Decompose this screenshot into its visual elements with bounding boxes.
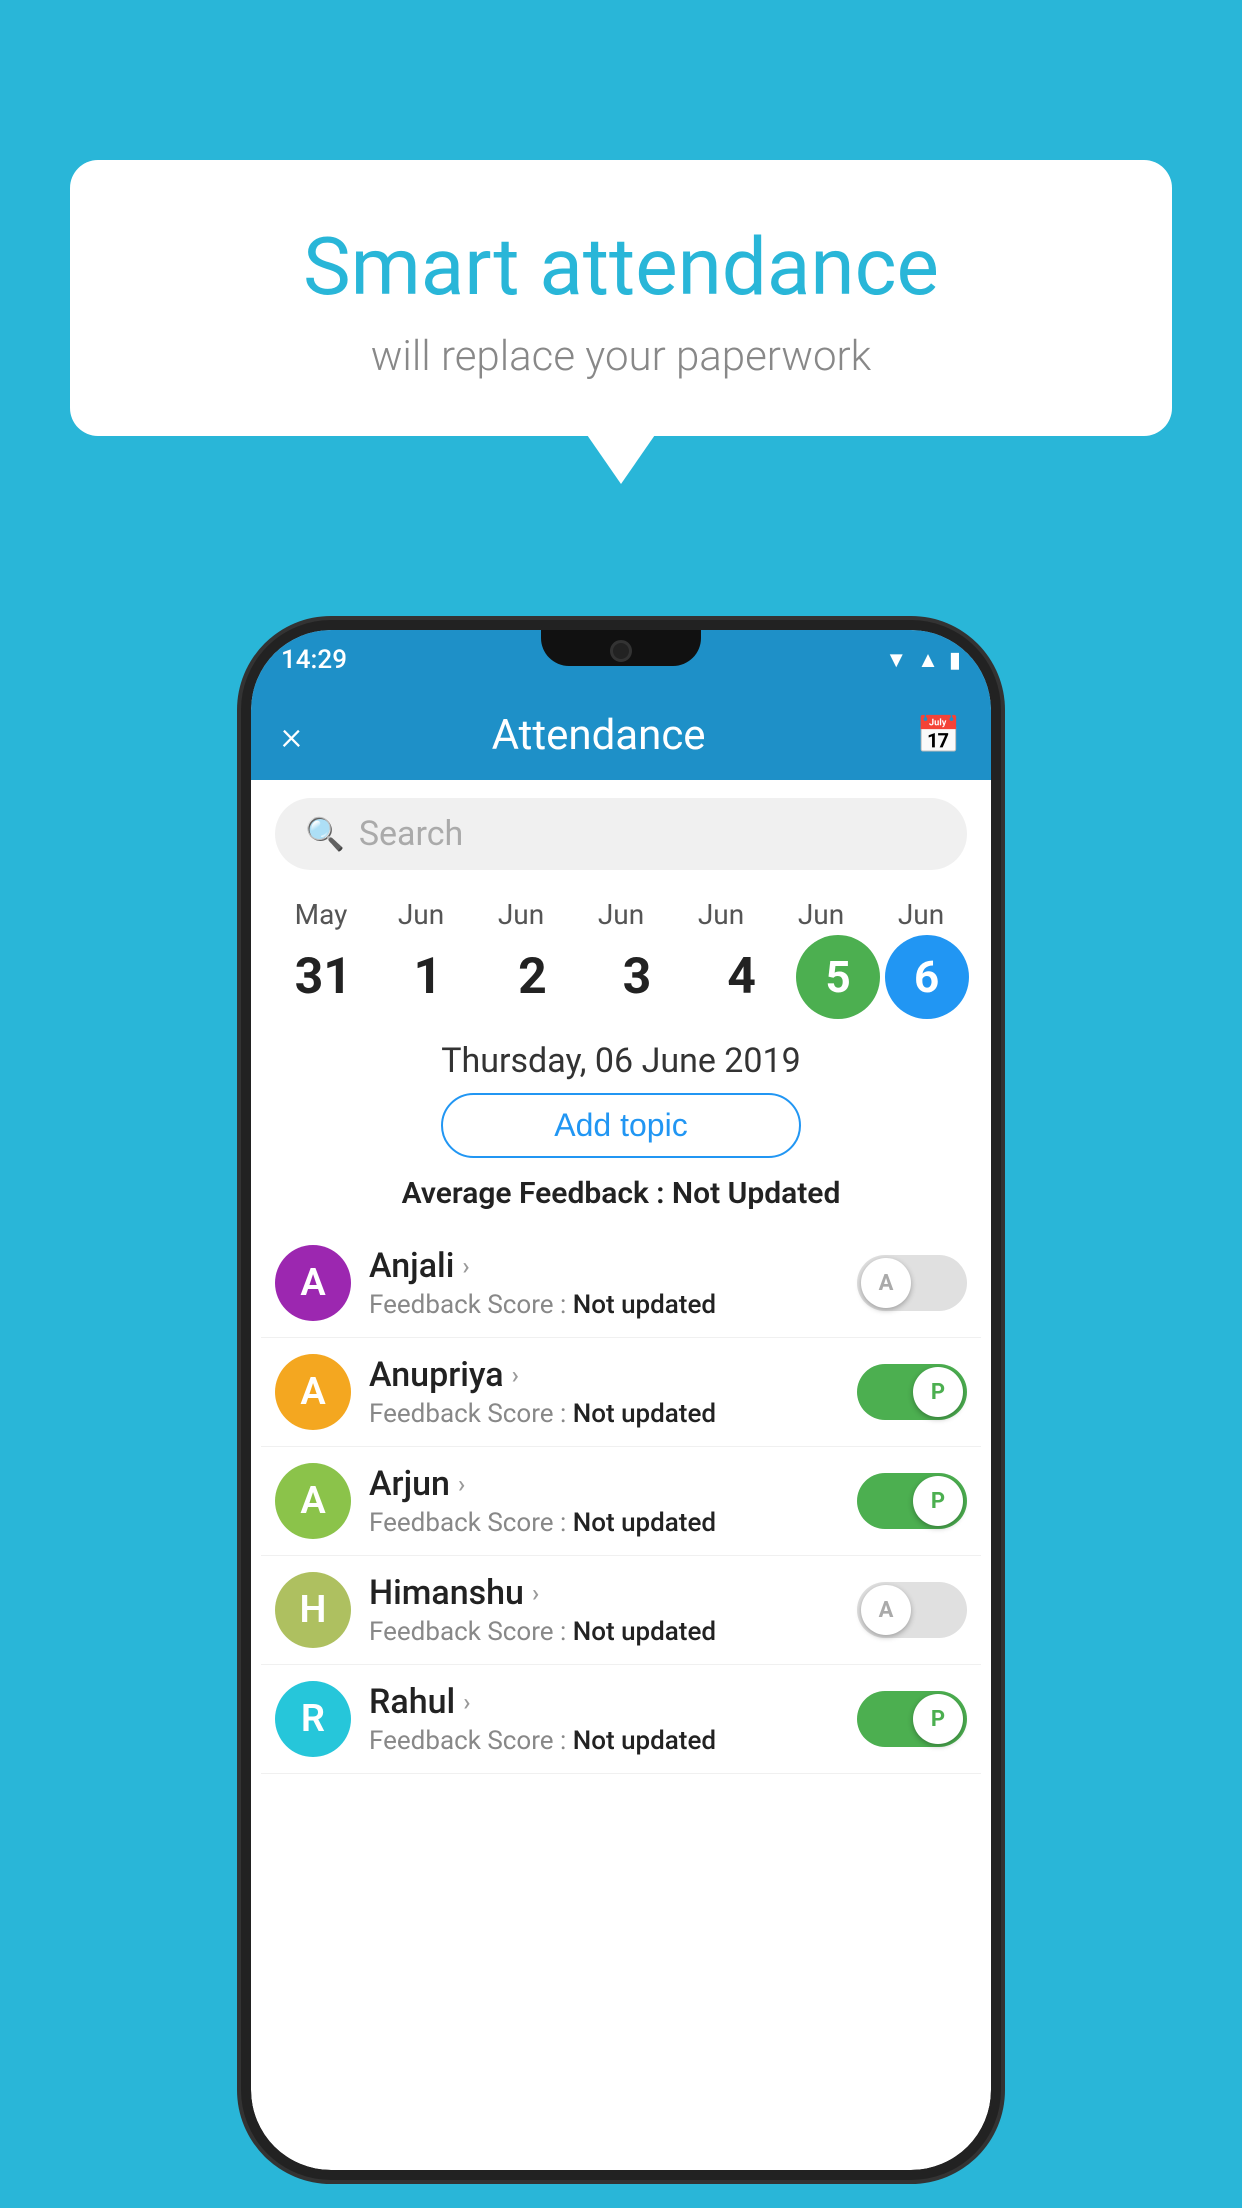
app-bar: × Attendance 📅 [251, 690, 991, 780]
mute-button [241, 850, 247, 910]
toggle-knob: A [861, 1585, 911, 1635]
attendance-toggle[interactable]: P [857, 1691, 967, 1747]
calendar-day[interactable]: 1 [378, 948, 478, 1006]
calendar-month: Jun [871, 898, 971, 931]
toggle-knob: A [861, 1258, 911, 1308]
attendance-toggle[interactable]: A [857, 1582, 967, 1638]
student-name: Anjali › [369, 1246, 839, 1286]
bubble-subtitle: will replace your paperwork [130, 332, 1112, 381]
calendar-month: Jun [771, 898, 871, 931]
calendar-months: MayJunJunJunJunJunJun [261, 898, 981, 931]
volume-down-button [241, 1050, 247, 1150]
student-item[interactable]: A Anupriya › Feedback Score : Not updated P [261, 1338, 981, 1447]
student-item[interactable]: H Himanshu › Feedback Score : Not updated A [261, 1556, 981, 1665]
calendar-day[interactable]: 4 [692, 948, 792, 1006]
toggle-knob: P [913, 1694, 963, 1744]
calendar-month: Jun [571, 898, 671, 931]
front-camera [610, 640, 632, 662]
status-icons: ▼ ▲ ▮ [885, 647, 961, 673]
student-avatar: R [275, 1681, 351, 1757]
calendar-day[interactable]: 2 [482, 948, 582, 1006]
toggle-knob: P [913, 1367, 963, 1417]
student-feedback: Feedback Score : Not updated [369, 1726, 839, 1756]
battery-icon: ▮ [949, 648, 961, 673]
student-item[interactable]: A Anjali › Feedback Score : Not updated A [261, 1229, 981, 1338]
calendar-month: Jun [671, 898, 771, 931]
bubble-title: Smart attendance [130, 220, 1112, 314]
student-list: AAnjali ›Feedback Score : Not updatedAAA… [251, 1229, 991, 1774]
phone-notch [541, 630, 701, 666]
student-feedback: Feedback Score : Not updated [369, 1399, 839, 1429]
student-item[interactable]: R Rahul › Feedback Score : Not updated P [261, 1665, 981, 1774]
speech-bubble: Smart attendance will replace your paper… [70, 160, 1172, 436]
student-feedback: Feedback Score : Not updated [369, 1617, 839, 1647]
student-info: Anjali › Feedback Score : Not updated [369, 1246, 839, 1320]
student-info: Himanshu › Feedback Score : Not updated [369, 1573, 839, 1647]
student-item[interactable]: A Arjun › Feedback Score : Not updated P [261, 1447, 981, 1556]
add-topic-button[interactable]: Add topic [441, 1093, 801, 1158]
student-name: Anupriya › [369, 1355, 839, 1395]
app-bar-title: Attendance [281, 711, 916, 760]
calendar-month: May [271, 898, 371, 931]
calendar-days[interactable]: 31123456 [261, 935, 981, 1019]
calendar-day[interactable]: 31 [273, 948, 373, 1006]
selected-date: Thursday, 06 June 2019 [251, 1041, 991, 1081]
student-feedback: Feedback Score : Not updated [369, 1290, 839, 1320]
volume-up-button [241, 930, 247, 1030]
phone-screen: 14:29 ▼ ▲ ▮ × Attendance 📅 🔍 Search MayJ… [251, 630, 991, 2170]
student-info: Rahul › Feedback Score : Not updated [369, 1682, 839, 1756]
toggle-knob: P [913, 1476, 963, 1526]
phone-frame: 14:29 ▼ ▲ ▮ × Attendance 📅 🔍 Search MayJ… [241, 620, 1001, 2180]
wifi-icon: ▼ [885, 647, 907, 673]
student-avatar: A [275, 1463, 351, 1539]
avg-feedback-value: Not Updated [672, 1176, 840, 1211]
calendar-icon[interactable]: 📅 [916, 714, 961, 756]
student-avatar: A [275, 1354, 351, 1430]
avg-feedback: Average Feedback : Not Updated [251, 1176, 991, 1211]
attendance-toggle[interactable]: P [857, 1473, 967, 1529]
search-input[interactable]: Search [359, 814, 937, 854]
student-feedback: Feedback Score : Not updated [369, 1508, 839, 1538]
power-button [995, 910, 1001, 990]
chevron-right-icon: › [532, 1579, 539, 1607]
attendance-toggle[interactable]: A [857, 1255, 967, 1311]
signal-icon: ▲ [917, 647, 939, 673]
status-time: 14:29 [281, 645, 347, 675]
calendar-day[interactable]: 6 [885, 935, 969, 1019]
student-avatar: A [275, 1245, 351, 1321]
calendar-day[interactable]: 5 [796, 935, 880, 1019]
student-info: Arjun › Feedback Score : Not updated [369, 1464, 839, 1538]
search-bar[interactable]: 🔍 Search [275, 798, 967, 870]
calendar-month: Jun [471, 898, 571, 931]
search-icon: 🔍 [305, 815, 345, 853]
student-name: Arjun › [369, 1464, 839, 1504]
student-info: Anupriya › Feedback Score : Not updated [369, 1355, 839, 1429]
student-name: Himanshu › [369, 1573, 839, 1613]
chevron-right-icon: › [462, 1252, 469, 1280]
student-name: Rahul › [369, 1682, 839, 1722]
student-avatar: H [275, 1572, 351, 1648]
attendance-toggle[interactable]: P [857, 1364, 967, 1420]
chevron-right-icon: › [463, 1688, 470, 1716]
calendar-section: MayJunJunJunJunJunJun 31123456 [251, 888, 991, 1019]
chevron-right-icon: › [458, 1470, 465, 1498]
calendar-day[interactable]: 3 [587, 948, 687, 1006]
avg-feedback-label: Average Feedback : [402, 1176, 672, 1211]
chevron-right-icon: › [512, 1361, 519, 1389]
calendar-month: Jun [371, 898, 471, 931]
